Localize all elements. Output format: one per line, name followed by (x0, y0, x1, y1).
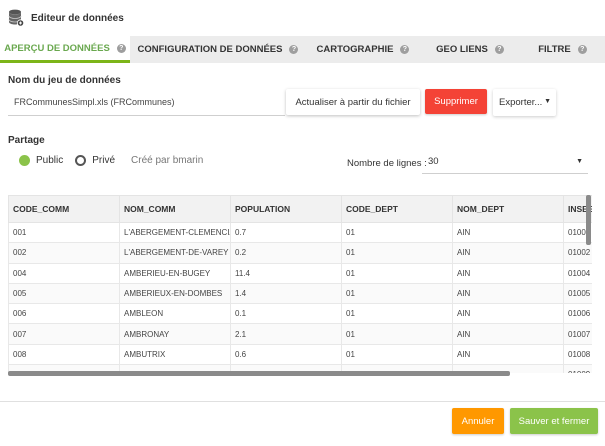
table-cell[interactable]: 2.1 (230, 323, 342, 345)
table-cell[interactable]: 006 (8, 303, 120, 325)
table-cell[interactable]: 01006 (563, 303, 592, 325)
column-header[interactable]: CODE_DEPT (341, 195, 453, 223)
help-icon[interactable]: ? (577, 45, 587, 54)
tab-cartographie[interactable]: CARTOGRAPHIE ? (306, 36, 420, 63)
save-and-close-button[interactable]: Sauver et fermer (510, 408, 598, 434)
tab-label: APERÇU DE DONNÉES (4, 42, 110, 54)
tab-geo-liens[interactable]: GEO LIENS ? (420, 36, 520, 63)
vertical-scrollbar[interactable] (586, 195, 591, 245)
table-cell[interactable]: 008 (8, 343, 120, 366)
table-cell[interactable]: 01 (341, 242, 453, 264)
table-cell[interactable]: L'ABERGEMENT-DE-VAREY (119, 242, 231, 264)
table-header-row: CODE_COMM NOM_COMM POPULATION CODE_DEPT … (8, 195, 592, 223)
export-dropdown[interactable]: Exporter... ▼ (493, 89, 556, 116)
table-cell[interactable]: AIN (452, 303, 564, 325)
column-header[interactable]: POPULATION (230, 195, 342, 223)
refresh-from-file-button[interactable]: Actualiser à partir du fichier (286, 89, 420, 115)
table-cell[interactable]: 01 (341, 221, 453, 244)
table-row[interactable]: 007 AMBRONAY 2.1 01 AIN 01007 (8, 323, 592, 345)
tab-label: FILTRE (538, 44, 571, 55)
table-row[interactable]: 002 L'ABERGEMENT-DE-VAREY 0.2 01 AIN 01002 (8, 242, 592, 264)
table-cell[interactable]: 11.4 (230, 262, 342, 284)
table-cell[interactable]: AIN (452, 323, 564, 345)
table-row[interactable]: 005 AMBERIEUX-EN-DOMBES 1.4 01 AIN 01005 (8, 282, 592, 305)
table-cell[interactable]: 007 (8, 323, 120, 345)
tab-apercu-de-donnees[interactable]: APERÇU DE DONNÉES ? (0, 36, 130, 63)
table-cell[interactable]: 01002 (563, 242, 592, 264)
table-row[interactable]: 006 AMBLEON 0.1 01 AIN 01006 (8, 303, 592, 325)
public-radio[interactable] (19, 155, 30, 166)
table-row[interactable]: 004 AMBERIEU-EN-BUGEY 11.4 01 AIN 01004 (8, 262, 592, 284)
table-cell[interactable]: 01008 (563, 343, 592, 366)
table-row[interactable]: 008 AMBUTRIX 0.6 01 AIN 01008 (8, 343, 592, 366)
dialog-header: Editeur de données (0, 0, 605, 36)
table-cell[interactable]: 01009 (563, 364, 592, 373)
table-cell[interactable]: 01 (341, 282, 453, 305)
sharing-options: Public Privé Créé par bmarin (19, 155, 203, 166)
help-icon[interactable]: ? (494, 45, 504, 54)
table-cell[interactable]: 0.7 (230, 221, 342, 244)
export-label: Exporter... (499, 97, 543, 108)
data-grid: CODE_COMM NOM_COMM POPULATION CODE_DEPT … (8, 195, 592, 373)
table-cell[interactable]: AMBRONAY (119, 323, 231, 345)
private-radio-label: Privé (92, 155, 116, 166)
table-cell[interactable]: AIN (452, 343, 564, 366)
horizontal-scrollbar[interactable] (8, 371, 510, 376)
tab-filtre[interactable]: FILTRE ? (520, 36, 605, 63)
table-cell[interactable]: AIN (452, 242, 564, 264)
table-cell[interactable]: 005 (8, 282, 120, 305)
sharing-label: Partage (8, 135, 45, 146)
private-radio[interactable] (75, 155, 87, 166)
dataset-name-label: Nom du jeu de données (8, 75, 121, 86)
table-cell[interactable]: 1.4 (230, 282, 342, 305)
table-cell[interactable]: AMBERIEU-EN-BUGEY (119, 262, 231, 284)
tab-configuration-de-donnees[interactable]: CONFIGURATION DE DONNÉES ? (130, 36, 306, 63)
footer-divider (0, 401, 605, 402)
table-cell[interactable]: 01 (341, 323, 453, 345)
table-cell[interactable]: AIN (452, 221, 564, 244)
table-cell[interactable]: 0.2 (230, 242, 342, 264)
dataset-name-input[interactable] (8, 89, 285, 116)
table-cell[interactable]: 01007 (563, 323, 592, 345)
caret-down-icon: ▼ (544, 98, 551, 105)
help-icon[interactable]: ? (116, 43, 126, 53)
table-cell[interactable]: 01 (341, 303, 453, 325)
tab-bar: APERÇU DE DONNÉES ? CONFIGURATION DE DON… (0, 36, 605, 63)
delete-button[interactable]: Supprimer (425, 89, 487, 114)
table-cell[interactable]: AIN (452, 262, 564, 284)
table-cell[interactable]: 01004 (563, 262, 592, 284)
table-cell[interactable]: 01 (341, 262, 453, 284)
dialog-title: Editeur de données (31, 12, 124, 24)
column-header[interactable]: NOM_COMM (119, 195, 231, 223)
table-cell[interactable]: 002 (8, 242, 120, 264)
table-cell[interactable]: AMBUTRIX (119, 343, 231, 366)
table-cell[interactable]: AMBERIEUX-EN-DOMBES (119, 282, 231, 305)
table-cell[interactable]: 0.1 (230, 303, 342, 325)
public-radio-label: Public (36, 155, 64, 166)
table-cell[interactable]: L'ABERGEMENT-CLEMENCIAT (119, 221, 231, 244)
cancel-button[interactable]: Annuler (452, 408, 504, 434)
table-cell[interactable]: AIN (452, 282, 564, 305)
owner-text: Créé par bmarin (131, 155, 204, 166)
row-count-select[interactable]: 30 ▼ (422, 150, 588, 174)
table-cell[interactable]: 001 (8, 221, 120, 244)
table-cell[interactable]: 01005 (563, 282, 592, 305)
table-cell[interactable]: 004 (8, 262, 120, 284)
tab-label: GEO LIENS (436, 44, 488, 55)
table-cell[interactable]: 0.6 (230, 343, 342, 366)
help-icon[interactable]: ? (289, 45, 299, 54)
table-row[interactable]: 001 L'ABERGEMENT-CLEMENCIAT 0.7 01 AIN 01001 (8, 221, 592, 244)
tab-label: CARTOGRAPHIE (316, 44, 394, 55)
caret-down-icon: ▼ (576, 158, 583, 165)
database-icon (8, 9, 24, 27)
tab-label: CONFIGURATION DE DONNÉES (137, 44, 283, 55)
column-header[interactable]: NOM_DEPT (452, 195, 564, 223)
row-count-label: Nombre de lignes : (347, 158, 427, 169)
help-icon[interactable]: ? (400, 45, 410, 54)
table-cell[interactable]: 01 (341, 343, 453, 366)
column-header[interactable]: CODE_COMM (8, 195, 120, 223)
table-cell[interactable]: AMBLEON (119, 303, 231, 325)
row-count-value: 30 (428, 156, 439, 167)
